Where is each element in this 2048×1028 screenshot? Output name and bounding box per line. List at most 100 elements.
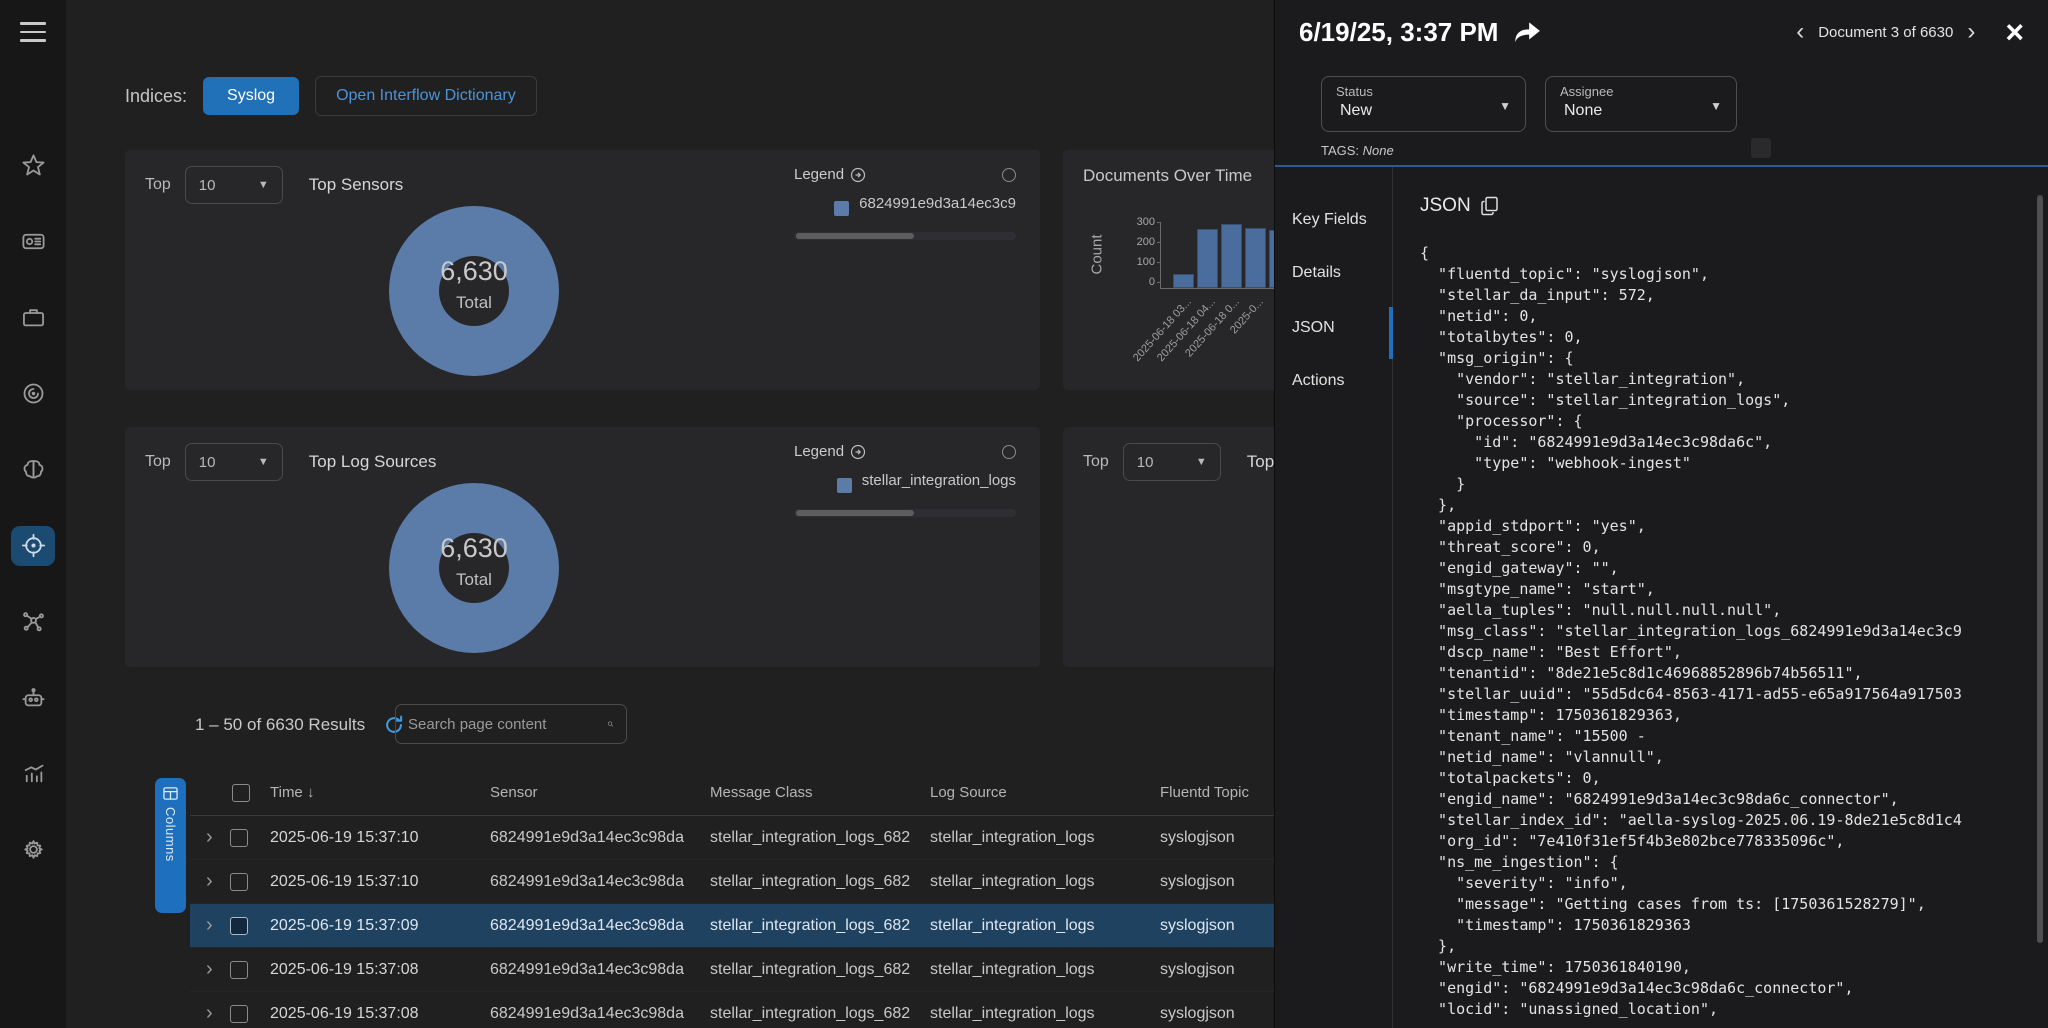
sidebar-item-connections[interactable] [11,602,55,642]
tags-label: TAGS: [1321,143,1359,158]
expand-row-icon[interactable]: › [190,870,230,893]
json-heading: JSON [1420,195,1471,217]
top-count-select[interactable]: 10 ▼ [185,166,283,204]
panel-title: Documents Over Time [1083,166,1252,186]
y-tick: 100 [1121,256,1155,268]
row-checkbox[interactable] [230,873,248,891]
search-icon[interactable] [607,714,614,734]
top-partial-panel: Top 10 ▼ Top L [1063,427,1274,667]
indices-label: Indices: [125,86,187,107]
legend-swatch [834,201,849,216]
status-dropdown[interactable]: Status New ▼ [1321,76,1526,132]
table-row[interactable]: › 2025-06-19 15:37:10 6824991e9d3a14ec3c… [190,860,1274,904]
top-sensors-panel: Top 10 ▼ Top Sensors 6,630 Total Legend [125,150,1040,390]
caret-down-icon: ▼ [1499,99,1511,113]
sidebar-item-dashboards[interactable] [11,222,55,262]
active-tab-indicator [1389,307,1393,359]
sidebar-item-automation[interactable] [11,678,55,718]
syslog-index-button[interactable]: Syslog [203,77,299,115]
tab-key-fields[interactable]: Key Fields [1292,211,1367,229]
gear-icon [20,836,47,863]
open-interflow-dictionary-button[interactable]: Open Interflow Dictionary [315,76,537,116]
expand-row-icon[interactable]: › [190,914,230,937]
detail-content: Key Fields Details JSON Actions JSON { "… [1275,165,2048,1028]
donut-total-label: Total [389,293,559,313]
columns-tab[interactable]: Columns [155,778,186,913]
column-header-log-source[interactable]: Log Source [930,784,1160,801]
legend-item[interactable]: stellar_integration_logs [794,472,1016,493]
row-checkbox[interactable] [230,829,248,847]
legend-scrollbar[interactable] [794,509,1016,517]
share-icon[interactable] [1512,19,1542,45]
json-scrollbar[interactable] [2037,195,2043,943]
card-reader-icon [20,228,47,255]
app-root: Indices: Syslog Open Interflow Dictionar… [0,0,2048,1028]
next-document-icon[interactable]: › [1967,20,1975,44]
legend-expand-icon[interactable] [850,167,866,183]
row-checkbox[interactable] [230,1005,248,1023]
donut-total: 6,630 [389,533,559,564]
results-table: Time ↓ Sensor Message Class Log Source F… [190,770,1274,1028]
legend-radio[interactable] [1002,168,1016,182]
caret-down-icon: ▼ [258,456,269,468]
column-header-time[interactable]: Time ↓ [270,784,490,801]
legend: Legend stellar_integration_logs [794,443,1016,517]
legend-item[interactable]: 6824991e9d3a14ec3c9 [794,195,1016,216]
bar [1221,224,1242,288]
expand-row-icon[interactable]: › [190,958,230,981]
bar-chart[interactable] [1165,222,1274,288]
sidebar-item-detections[interactable] [11,374,55,414]
bar [1245,228,1266,288]
y-tick: 200 [1121,236,1155,248]
row-checkbox[interactable] [230,917,248,935]
top-count-select[interactable]: 10 ▼ [1123,443,1221,481]
panel-title: Top Log Sources [309,452,437,472]
column-header-sensor[interactable]: Sensor [490,784,710,801]
document-position: Document 3 of 6630 [1818,24,1953,41]
table-row-selected[interactable]: › 2025-06-19 15:37:09 6824991e9d3a14ec3c… [190,904,1274,948]
tab-json[interactable]: JSON [1292,319,1335,337]
expand-row-icon[interactable]: › [190,826,230,849]
sidebar [0,0,66,1028]
top-label: Top [145,176,171,194]
column-header-fluentd-topic[interactable]: Fluentd Topic [1160,784,1274,801]
expand-row-icon[interactable]: › [190,1002,230,1025]
table-row[interactable]: › 2025-06-19 15:37:10 6824991e9d3a14ec3c… [190,816,1274,860]
main-content: Indices: Syslog Open Interflow Dictionar… [66,0,1274,1028]
legend-scrollbar[interactable] [794,232,1016,240]
table-header-row: Time ↓ Sensor Message Class Log Source F… [190,770,1274,816]
sidebar-item-settings[interactable] [11,830,55,870]
legend-radio[interactable] [1002,445,1016,459]
top-log-sources-donut-chart[interactable]: 6,630 Total [389,483,559,653]
top-sensors-donut-chart[interactable]: 6,630 Total [389,206,559,376]
top-count-select[interactable]: 10 ▼ [185,443,283,481]
copy-icon[interactable] [1481,196,1499,216]
sidebar-item-favorites[interactable] [11,146,55,186]
donut-total-label: Total [389,570,559,590]
radar-icon [20,380,47,407]
search-input[interactable] [408,716,607,733]
y-tick: 0 [1121,276,1155,288]
table-row[interactable]: › 2025-06-19 15:37:08 6824991e9d3a14ec3c… [190,992,1274,1028]
select-all-checkbox[interactable] [232,784,250,802]
crosshair-target-icon [20,532,47,559]
previous-document-icon[interactable]: ‹ [1796,20,1804,44]
row-checkbox[interactable] [230,961,248,979]
sidebar-item-reports[interactable] [11,754,55,794]
detail-tab-column: Key Fields Details JSON Actions [1275,167,1393,1028]
menu-icon[interactable] [20,22,46,42]
table-row[interactable]: › 2025-06-19 15:37:08 6824991e9d3a14ec3c… [190,948,1274,992]
column-header-message-class[interactable]: Message Class [710,784,930,801]
caret-down-icon: ▼ [1196,456,1207,468]
legend-expand-icon[interactable] [850,444,866,460]
close-icon[interactable]: × [2005,16,2024,48]
assignee-dropdown[interactable]: Assignee None ▼ [1545,76,1737,132]
tab-details[interactable]: Details [1292,264,1341,282]
tags-edit-button[interactable] [1751,138,1771,158]
json-content[interactable]: { "fluentd_topic": "syslogjson", "stella… [1420,243,2038,1023]
sidebar-item-investigate[interactable] [11,526,55,566]
y-axis-label: Count [1089,225,1106,285]
sidebar-item-cases[interactable] [11,298,55,338]
sidebar-item-ai[interactable] [11,450,55,490]
tab-actions[interactable]: Actions [1292,372,1344,390]
